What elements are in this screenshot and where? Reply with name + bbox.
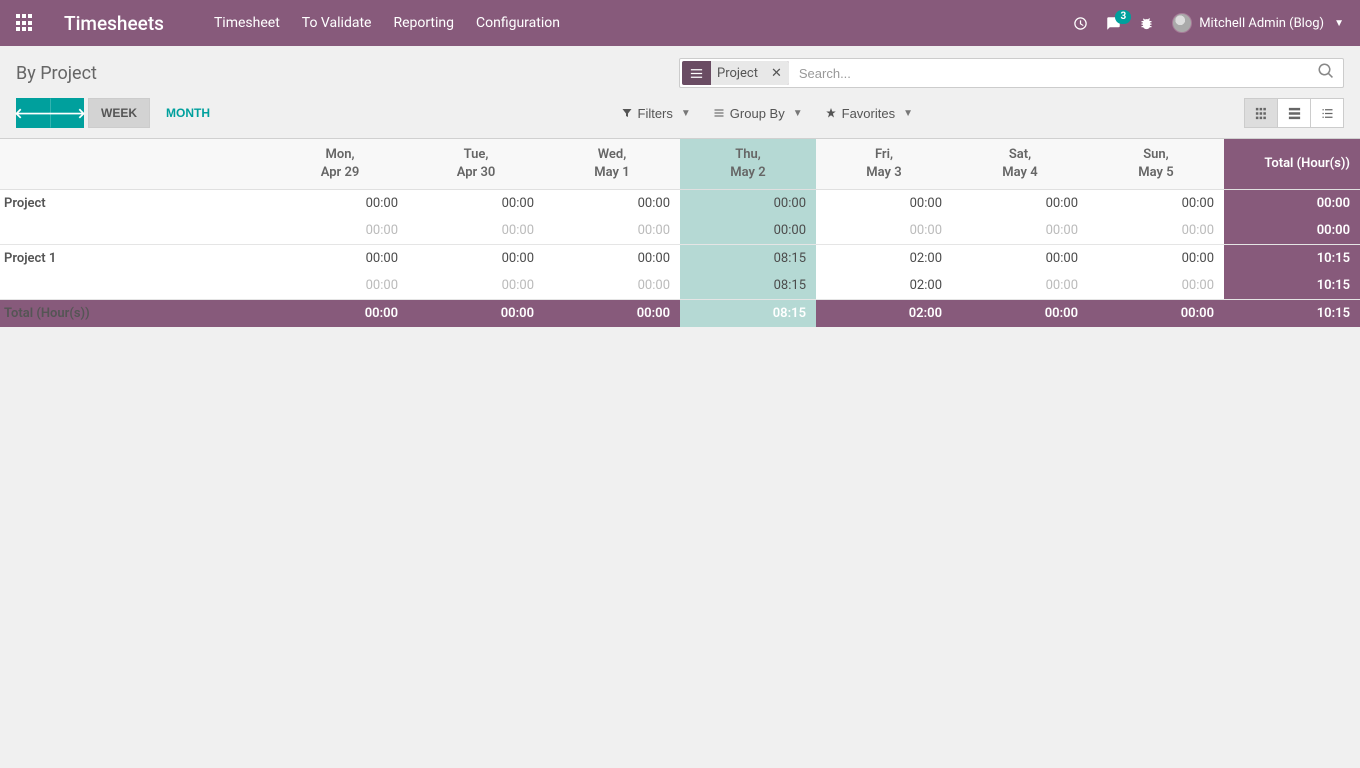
- nav-configuration[interactable]: Configuration: [474, 11, 562, 35]
- search-box[interactable]: Project ✕: [679, 58, 1344, 88]
- project-subrow: 00:0000:0000:0000:0000:0000:0000:0000:00: [0, 217, 1360, 245]
- grid-header-day: Tue,Apr 30: [408, 139, 544, 189]
- time-subcell[interactable]: 00:00: [408, 217, 544, 245]
- project-name[interactable]: Project 1: [0, 244, 272, 272]
- time-cell[interactable]: 00:00: [544, 189, 680, 217]
- caret-down-icon: ▼: [1334, 18, 1344, 29]
- nav-reporting[interactable]: Reporting: [391, 11, 456, 35]
- time-subcell[interactable]: 00:00: [544, 217, 680, 245]
- project-subname: [0, 217, 272, 245]
- time-cell[interactable]: 00:00: [544, 244, 680, 272]
- grid-header-day: Wed,May 1: [544, 139, 680, 189]
- nav-timesheet[interactable]: Timesheet: [212, 11, 282, 35]
- grand-total-cell: 00:00: [408, 299, 544, 327]
- time-cell[interactable]: 08:15: [680, 244, 816, 272]
- time-cell[interactable]: 00:00: [952, 244, 1088, 272]
- time-subcell[interactable]: 00:00: [408, 272, 544, 300]
- grid-header-day: Thu,May 2: [680, 139, 816, 189]
- time-cell[interactable]: 00:00: [816, 189, 952, 217]
- favorites-label: Favorites: [842, 106, 895, 121]
- grid-header-day: Mon,Apr 29: [272, 139, 408, 189]
- grid-header-day: Sat,May 4: [952, 139, 1088, 189]
- time-subcell[interactable]: 00:00: [544, 272, 680, 300]
- discuss-icon[interactable]: 3: [1106, 16, 1121, 31]
- time-subcell[interactable]: 02:00: [816, 272, 952, 300]
- top-navbar: Timesheets Timesheet To Validate Reporti…: [0, 0, 1360, 46]
- grand-total-cell: 00:00: [544, 299, 680, 327]
- grand-total-cell: 00:00: [1088, 299, 1224, 327]
- next-button[interactable]: 🡒: [50, 98, 84, 128]
- time-subcell[interactable]: 00:00: [1088, 217, 1224, 245]
- project-subname: [0, 272, 272, 300]
- chip-label: Project: [711, 61, 764, 85]
- time-cell[interactable]: 00:00: [952, 189, 1088, 217]
- grid-header-day: Fri,May 3: [816, 139, 952, 189]
- time-subcell[interactable]: 00:00: [952, 272, 1088, 300]
- search-icon[interactable]: [1317, 62, 1335, 84]
- favorites-button[interactable]: Favorites ▼: [815, 101, 923, 126]
- time-subcell[interactable]: 00:00: [272, 272, 408, 300]
- filters-label: Filters: [638, 106, 673, 121]
- time-subcell[interactable]: 08:15: [680, 272, 816, 300]
- time-subcell[interactable]: 00:00: [1224, 217, 1360, 245]
- user-menu[interactable]: Mitchell Admin (Blog) ▼: [1172, 13, 1344, 33]
- grid-header-total: Total (Hour(s)): [1224, 139, 1360, 189]
- project-row: Project00:0000:0000:0000:0000:0000:0000:…: [0, 189, 1360, 217]
- time-subcell[interactable]: 00:00: [680, 217, 816, 245]
- grand-total-cell: 02:00: [816, 299, 952, 327]
- time-cell[interactable]: 00:00: [1224, 189, 1360, 217]
- apps-icon[interactable]: [16, 14, 34, 32]
- timesheet-grid: Mon,Apr 29Tue,Apr 30Wed,May 1Thu,May 2Fr…: [0, 139, 1360, 327]
- time-cell[interactable]: 00:00: [408, 244, 544, 272]
- time-cell[interactable]: 00:00: [272, 189, 408, 217]
- time-cell[interactable]: 02:00: [816, 244, 952, 272]
- avatar: [1172, 13, 1192, 33]
- groupby-button[interactable]: Group By ▼: [703, 101, 813, 126]
- grand-total-cell: 00:00: [952, 299, 1088, 327]
- list-icon: [682, 61, 711, 85]
- grand-total-cell: 08:15: [680, 299, 816, 327]
- discuss-badge: 3: [1115, 10, 1131, 24]
- view-list-button[interactable]: [1310, 98, 1344, 128]
- time-cell[interactable]: 00:00: [408, 189, 544, 217]
- time-cell[interactable]: 00:00: [1088, 189, 1224, 217]
- filters-button[interactable]: Filters ▼: [611, 101, 701, 126]
- control-panel: By Project Project ✕ 🡐 🡒 WEEK: [0, 46, 1360, 139]
- view-grid-button[interactable]: [1244, 98, 1278, 128]
- grid-header-name: [0, 139, 272, 189]
- time-subcell[interactable]: 10:15: [1224, 272, 1360, 300]
- view-table-button[interactable]: [1277, 98, 1311, 128]
- debug-icon[interactable]: [1139, 16, 1154, 31]
- time-cell[interactable]: 10:15: [1224, 244, 1360, 272]
- grand-total-cell: 10:15: [1224, 299, 1360, 327]
- chip-remove[interactable]: ✕: [764, 61, 789, 85]
- grand-total-cell: 00:00: [272, 299, 408, 327]
- nav-to-validate[interactable]: To Validate: [300, 11, 374, 35]
- time-subcell[interactable]: 00:00: [952, 217, 1088, 245]
- grid-header-day: Sun,May 5: [1088, 139, 1224, 189]
- prev-button[interactable]: 🡐: [16, 98, 50, 128]
- time-subcell[interactable]: 00:00: [272, 217, 408, 245]
- time-cell[interactable]: 00:00: [680, 189, 816, 217]
- grand-total-label: Total (Hour(s)): [0, 299, 272, 327]
- project-row: Project 100:0000:0000:0008:1502:0000:000…: [0, 244, 1360, 272]
- project-name[interactable]: Project: [0, 189, 272, 217]
- range-week-button[interactable]: WEEK: [88, 98, 150, 128]
- time-subcell[interactable]: 00:00: [1088, 272, 1224, 300]
- user-name: Mitchell Admin (Blog): [1199, 16, 1324, 31]
- search-input[interactable]: [793, 62, 1343, 85]
- search-facet-project: Project ✕: [682, 61, 789, 85]
- project-subrow: 00:0000:0000:0008:1502:0000:0000:0010:15: [0, 272, 1360, 300]
- range-month-button[interactable]: MONTH: [154, 98, 222, 128]
- time-subcell[interactable]: 00:00: [816, 217, 952, 245]
- page-title: By Project: [16, 63, 97, 84]
- activities-icon[interactable]: [1073, 16, 1088, 31]
- time-cell[interactable]: 00:00: [272, 244, 408, 272]
- groupby-label: Group By: [730, 106, 785, 121]
- brand-title: Timesheets: [64, 12, 164, 35]
- grand-total-row: Total (Hour(s))00:0000:0000:0008:1502:00…: [0, 299, 1360, 327]
- time-cell[interactable]: 00:00: [1088, 244, 1224, 272]
